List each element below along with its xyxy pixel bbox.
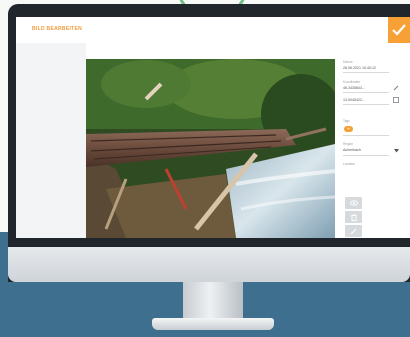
datum-label: Datum [343,60,353,64]
longitude-value: 13.0045422... [343,98,365,102]
caret-down-icon[interactable] [394,149,399,153]
eye-icon [349,200,358,206]
add-tag-button[interactable]: + [344,126,353,132]
check-icon [392,24,406,36]
metadata-panel: Datum 28.06.2021 10:40:12 Koordinaten 46… [340,59,410,238]
region-select[interactable]: Achenbach [343,148,361,152]
left-panel [16,43,86,238]
edited-image[interactable] [86,59,335,238]
region-underline [343,155,389,156]
koordinaten-label: Koordinaten [343,80,361,84]
tags-label: Tags [343,119,350,123]
tags-underline [343,135,389,136]
monitor-stand-base [152,318,274,330]
datum-underline [343,72,389,73]
location-label: Location [343,162,356,166]
editor-content: Datum 28.06.2021 10:40:12 Koordinaten 46… [16,43,410,238]
pencil-icon [350,228,357,234]
trash-icon [350,214,357,221]
latitude-underline [343,92,389,93]
app-header: BILD BEARBEITEN [16,17,410,44]
map-icon[interactable] [393,97,399,103]
app-screen: BILD BEARBEITEN Datum 28.06.2021 10:40:1… [16,17,410,238]
pencil-icon[interactable] [393,85,399,91]
confirm-button[interactable] [388,17,410,43]
monitor-stand-neck [183,280,243,320]
region-label: Region [343,142,354,146]
edit-button[interactable] [345,225,362,237]
datum-value: 28.06.2021 10:40:12 [343,66,376,70]
delete-button[interactable] [345,211,362,223]
monitor-chin [8,247,410,282]
latitude-value: 46.3435843... [343,86,365,90]
longitude-underline [343,104,389,105]
forest-photo [86,59,335,238]
view-button[interactable] [345,197,362,209]
page-title: BILD BEARBEITEN [32,26,83,32]
